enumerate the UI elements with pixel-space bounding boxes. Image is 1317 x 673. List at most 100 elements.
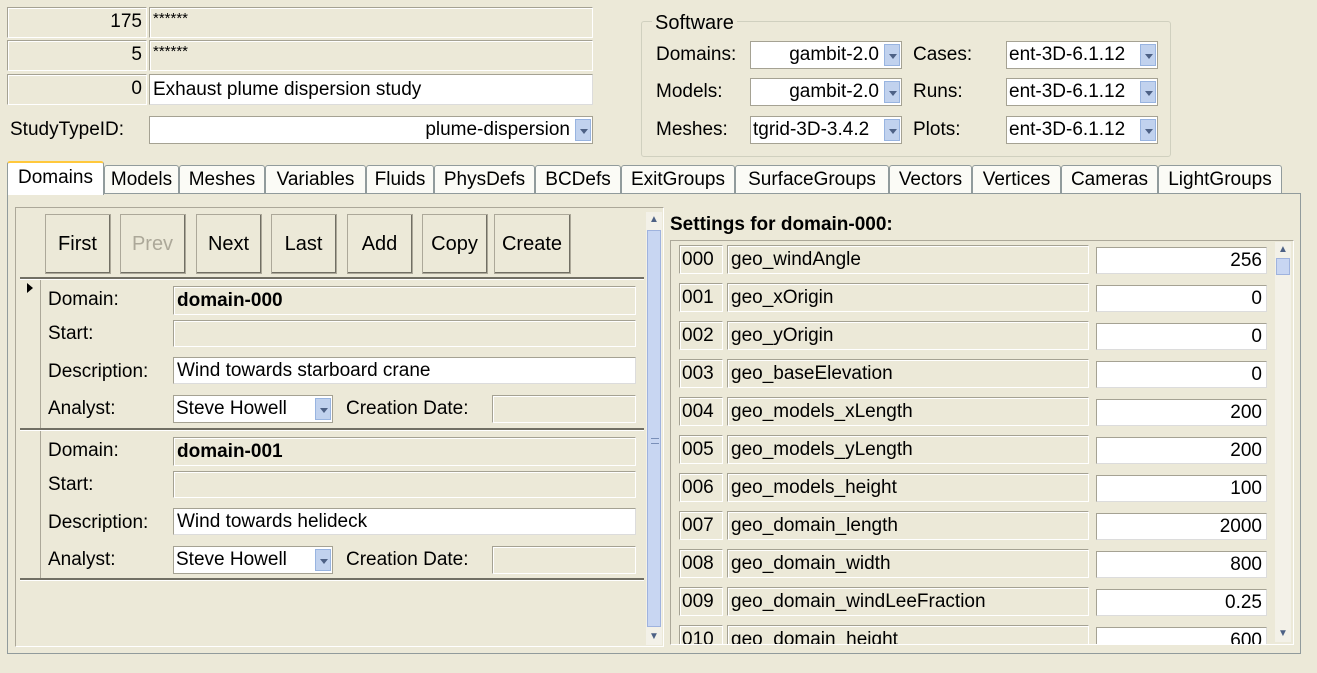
setting-id[interactable]: 009: [679, 587, 723, 616]
setting-value[interactable]: 0: [1096, 323, 1267, 350]
scroll-thumb[interactable]: [1276, 258, 1290, 275]
sw-domains-combo[interactable]: gambit-2.0: [750, 41, 902, 69]
setting-id[interactable]: 003: [679, 359, 723, 388]
analyst-combo[interactable]: Steve Howell: [173, 546, 333, 574]
setting-name[interactable]: geo_domain_windLeeFraction: [727, 587, 1089, 616]
description-field[interactable]: Wind towards starboard crane: [173, 357, 636, 384]
masked-field-1[interactable]: ******: [149, 40, 593, 71]
add-button[interactable]: Add: [347, 214, 413, 274]
create-button[interactable]: Create: [494, 214, 571, 274]
copy-button[interactable]: Copy: [422, 214, 488, 274]
sw-models-combo[interactable]: gambit-2.0: [750, 78, 902, 106]
record-selector-0[interactable]: [20, 280, 41, 428]
setting-id[interactable]: 004: [679, 397, 723, 426]
id-field-1[interactable]: 5: [7, 40, 147, 71]
id-field-0[interactable]: 175: [7, 7, 147, 38]
setting-name[interactable]: geo_models_xLength: [727, 397, 1089, 426]
setting-name[interactable]: geo_xOrigin: [727, 283, 1089, 312]
chevron-down-icon[interactable]: [575, 119, 591, 141]
tab-models[interactable]: Models: [104, 165, 179, 193]
scroll-thumb[interactable]: [647, 230, 661, 627]
setting-value[interactable]: 0: [1096, 361, 1267, 388]
tab-domains[interactable]: Domains: [7, 161, 104, 195]
tab-meshes[interactable]: Meshes: [179, 165, 265, 193]
record-selector-1[interactable]: [20, 431, 41, 578]
setting-name[interactable]: geo_domain_width: [727, 549, 1089, 578]
setting-name[interactable]: geo_yOrigin: [727, 321, 1089, 350]
domains-scrollbar[interactable]: ▲ ▼: [646, 212, 662, 645]
tab-surfacegroups[interactable]: SurfaceGroups: [735, 165, 889, 193]
setting-value[interactable]: 200: [1096, 437, 1267, 464]
setting-value[interactable]: 0: [1096, 285, 1267, 312]
arrow-down-icon[interactable]: ▼: [646, 629, 662, 645]
sw-label-meshes: Meshes:: [656, 119, 728, 140]
tab-vertices[interactable]: Vertices: [972, 165, 1061, 193]
setting-value[interactable]: 800: [1096, 551, 1267, 578]
sw-meshes-combo[interactable]: tgrid-3D-3.4.2: [750, 116, 902, 144]
chevron-down-icon[interactable]: [884, 81, 900, 103]
setting-id[interactable]: 008: [679, 549, 723, 578]
creation-date-field[interactable]: [492, 395, 636, 423]
setting-id[interactable]: 006: [679, 473, 723, 502]
sw-plots-combo[interactable]: ent-3D-6.1.12: [1006, 116, 1158, 144]
settings-scrollbar[interactable]: ▲ ▼: [1275, 242, 1291, 642]
sw-cases-value: ent-3D-6.1.12: [1009, 44, 1126, 65]
setting-value[interactable]: 256: [1096, 247, 1267, 274]
arrow-down-icon[interactable]: ▼: [1275, 626, 1291, 642]
setting-value[interactable]: 100: [1096, 475, 1267, 502]
tab-cameras[interactable]: Cameras: [1061, 165, 1158, 193]
prev-button[interactable]: Prev: [120, 214, 186, 274]
next-button[interactable]: Next: [196, 214, 262, 274]
chevron-down-icon[interactable]: [315, 398, 331, 420]
tab-physdefs[interactable]: PhysDefs: [434, 165, 535, 193]
tab-fluids[interactable]: Fluids: [366, 165, 434, 193]
id-field-2[interactable]: 0: [7, 74, 147, 105]
setting-value[interactable]: 200: [1096, 399, 1267, 426]
analyst-combo[interactable]: Steve Howell: [173, 395, 333, 423]
domain-field[interactable]: domain-000: [173, 286, 636, 315]
study-type-combo[interactable]: plume-dispersion: [149, 116, 593, 144]
start-field[interactable]: [173, 471, 636, 498]
tab-lightgroups[interactable]: LightGroups: [1158, 165, 1282, 193]
chevron-down-icon[interactable]: [1140, 44, 1156, 66]
description-field[interactable]: Wind towards helideck: [173, 508, 636, 535]
setting-value[interactable]: 0.25: [1096, 589, 1267, 616]
setting-id[interactable]: 001: [679, 283, 723, 312]
setting-id[interactable]: 007: [679, 511, 723, 540]
start-field[interactable]: [173, 320, 636, 347]
last-button[interactable]: Last: [271, 214, 337, 274]
tab-bcdefs[interactable]: BCDefs: [535, 165, 621, 193]
domain-field[interactable]: domain-001: [173, 437, 636, 466]
sw-runs-value: ent-3D-6.1.12: [1009, 81, 1126, 102]
setting-name[interactable]: geo_domain_length: [727, 511, 1089, 540]
setting-id[interactable]: 002: [679, 321, 723, 350]
sw-runs-combo[interactable]: ent-3D-6.1.12: [1006, 78, 1158, 106]
arrow-up-icon[interactable]: ▲: [646, 212, 662, 228]
arrow-up-icon[interactable]: ▲: [1275, 242, 1291, 258]
first-button[interactable]: First: [45, 214, 111, 274]
setting-name[interactable]: geo_domain_height: [727, 625, 1089, 644]
setting-id[interactable]: 000: [679, 245, 723, 274]
chevron-down-icon[interactable]: [1140, 81, 1156, 103]
setting-id[interactable]: 010: [679, 625, 723, 644]
creation-date-field[interactable]: [492, 546, 636, 574]
setting-name[interactable]: geo_models_height: [727, 473, 1089, 502]
setting-id[interactable]: 005: [679, 435, 723, 464]
setting-name[interactable]: geo_windAngle: [727, 245, 1089, 274]
chevron-down-icon[interactable]: [884, 119, 900, 141]
setting-value[interactable]: 600: [1096, 627, 1267, 644]
chevron-down-icon[interactable]: [1140, 119, 1156, 141]
study-name-field[interactable]: Exhaust plume dispersion study: [149, 74, 593, 105]
sw-label-cases: Cases:: [913, 44, 973, 65]
tab-exitgroups[interactable]: ExitGroups: [621, 165, 735, 193]
masked-field-0[interactable]: ******: [149, 7, 593, 38]
setting-value[interactable]: 2000: [1096, 513, 1267, 540]
tab-variables[interactable]: Variables: [265, 165, 366, 193]
sw-cases-combo[interactable]: ent-3D-6.1.12: [1006, 41, 1158, 69]
chevron-down-icon[interactable]: [884, 44, 900, 66]
analyst-value: Steve Howell: [176, 549, 287, 570]
tab-vectors[interactable]: Vectors: [889, 165, 972, 193]
chevron-down-icon[interactable]: [315, 549, 331, 571]
setting-name[interactable]: geo_models_yLength: [727, 435, 1089, 464]
setting-name[interactable]: geo_baseElevation: [727, 359, 1089, 388]
